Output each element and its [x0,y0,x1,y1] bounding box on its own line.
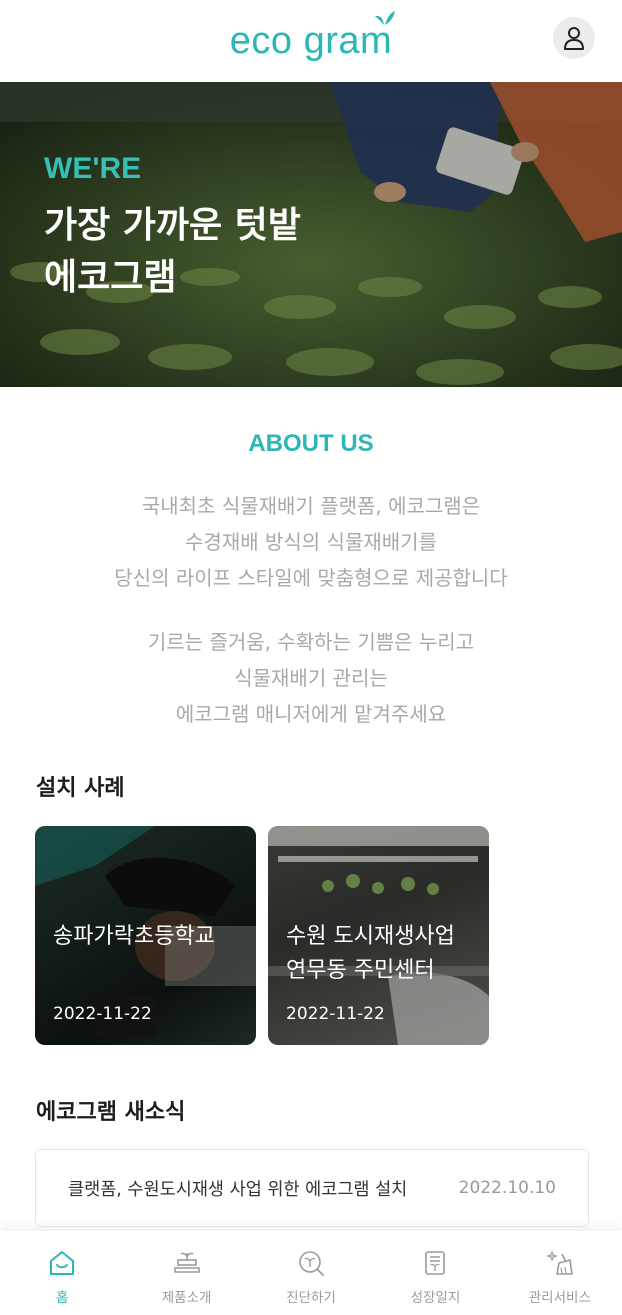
hero-kicker: WE'RE [44,152,142,185]
case-title: 수원 도시재생사업 연무동 주민센터 [286,920,477,988]
tab-products[interactable]: 제품소개 [124,1231,248,1315]
case-date: 2022-11-22 [286,1004,385,1024]
about-line: 수경재배 방식의 식물재배기를 [185,530,437,554]
cases-section-title: 설치 사례 [36,776,125,801]
home-icon [47,1248,77,1278]
bottom-tab-bar: 홈 제품소개 진단하기 성장일지 관리서비스 [0,1231,622,1315]
journal-icon [420,1248,450,1278]
tab-label: 제품소개 [161,1290,212,1306]
news-title: 클랫폼, 수원도시재생 사업 위한 에코그램 설치 [68,1179,408,1200]
news-section-title: 에코그램 새소식 [36,1100,186,1125]
case-date: 2022-11-22 [53,1004,152,1024]
logo[interactable]: eco gram [229,10,396,63]
case-card[interactable]: 수원 도시재생사업 연무동 주민센터 2022-11-22 [268,826,489,1045]
logo-text: eco gram [229,19,393,62]
case-title: 송파가락초등학교 [53,924,215,949]
about-line: 국내최초 식물재배기 플랫폼, 에코그램은 [141,494,481,518]
hero-title: 가장 가까운 텃밭 에코그램 [44,200,301,304]
tab-journal[interactable]: 성장일지 [373,1231,497,1315]
tab-care-service[interactable]: 관리서비스 [498,1231,622,1315]
leaf-icon [375,10,396,25]
hero-title-line: 에코그램 [44,257,177,298]
tab-label: 진단하기 [286,1290,336,1306]
hero-text: WE'RE 가장 가까운 텃밭 에코그램 [44,152,301,304]
cleaning-icon [545,1248,575,1278]
case-title-line: 연무동 주민센터 [286,958,435,983]
app-header: eco gram [0,0,622,82]
tab-label: 성장일지 [410,1290,461,1306]
about-line: 당신의 라이프 스타일에 맞춤형으로 제공합니다 [114,566,508,590]
tab-label: 홈 [55,1290,69,1306]
hero-banner: WE'RE 가장 가까운 텃밭 에코그램 [0,82,622,387]
case-card[interactable]: 송파가락초등학교 2022-11-22 [35,826,256,1045]
hero-title-line: 가장 가까운 텃밭 [44,205,301,246]
tab-home[interactable]: 홈 [0,1231,124,1315]
news-item[interactable]: 클랫폼, 수원도시재생 사업 위한 에코그램 설치 2022.10.10 [35,1149,589,1227]
about-title: ABOUT US [248,430,374,457]
about-paragraph: 국내최초 식물재배기 플랫폼, 에코그램은 수경재배 방식의 식물재배기를 당신… [0,488,622,596]
user-icon [564,27,584,50]
diagnose-icon [296,1248,326,1278]
news-date: 2022.10.10 [458,1178,556,1198]
case-title-line: 수원 도시재생사업 [286,924,455,949]
tab-label: 관리서비스 [528,1290,591,1306]
about-section: ABOUT US 국내최초 식물재배기 플랫폼, 에코그램은 수경재배 방식의 … [0,430,622,732]
plant-pot-icon [172,1248,202,1278]
about-line: 식물재배기 관리는 [234,666,388,690]
cases-list: 송파가락초등학교 2022-11-22 수원 도시재생사업 연무동 주민센터 2… [35,826,489,1045]
about-paragraph: 기르는 즐거움, 수확하는 기쁨은 누리고 식물재배기 관리는 에코그램 매니저… [0,624,622,732]
tab-diagnose[interactable]: 진단하기 [249,1231,373,1315]
about-line: 기르는 즐거움, 수확하는 기쁨은 누리고 [147,630,475,654]
about-line: 에코그램 매니저에게 맡겨주세요 [175,702,447,726]
profile-button[interactable] [553,17,595,59]
